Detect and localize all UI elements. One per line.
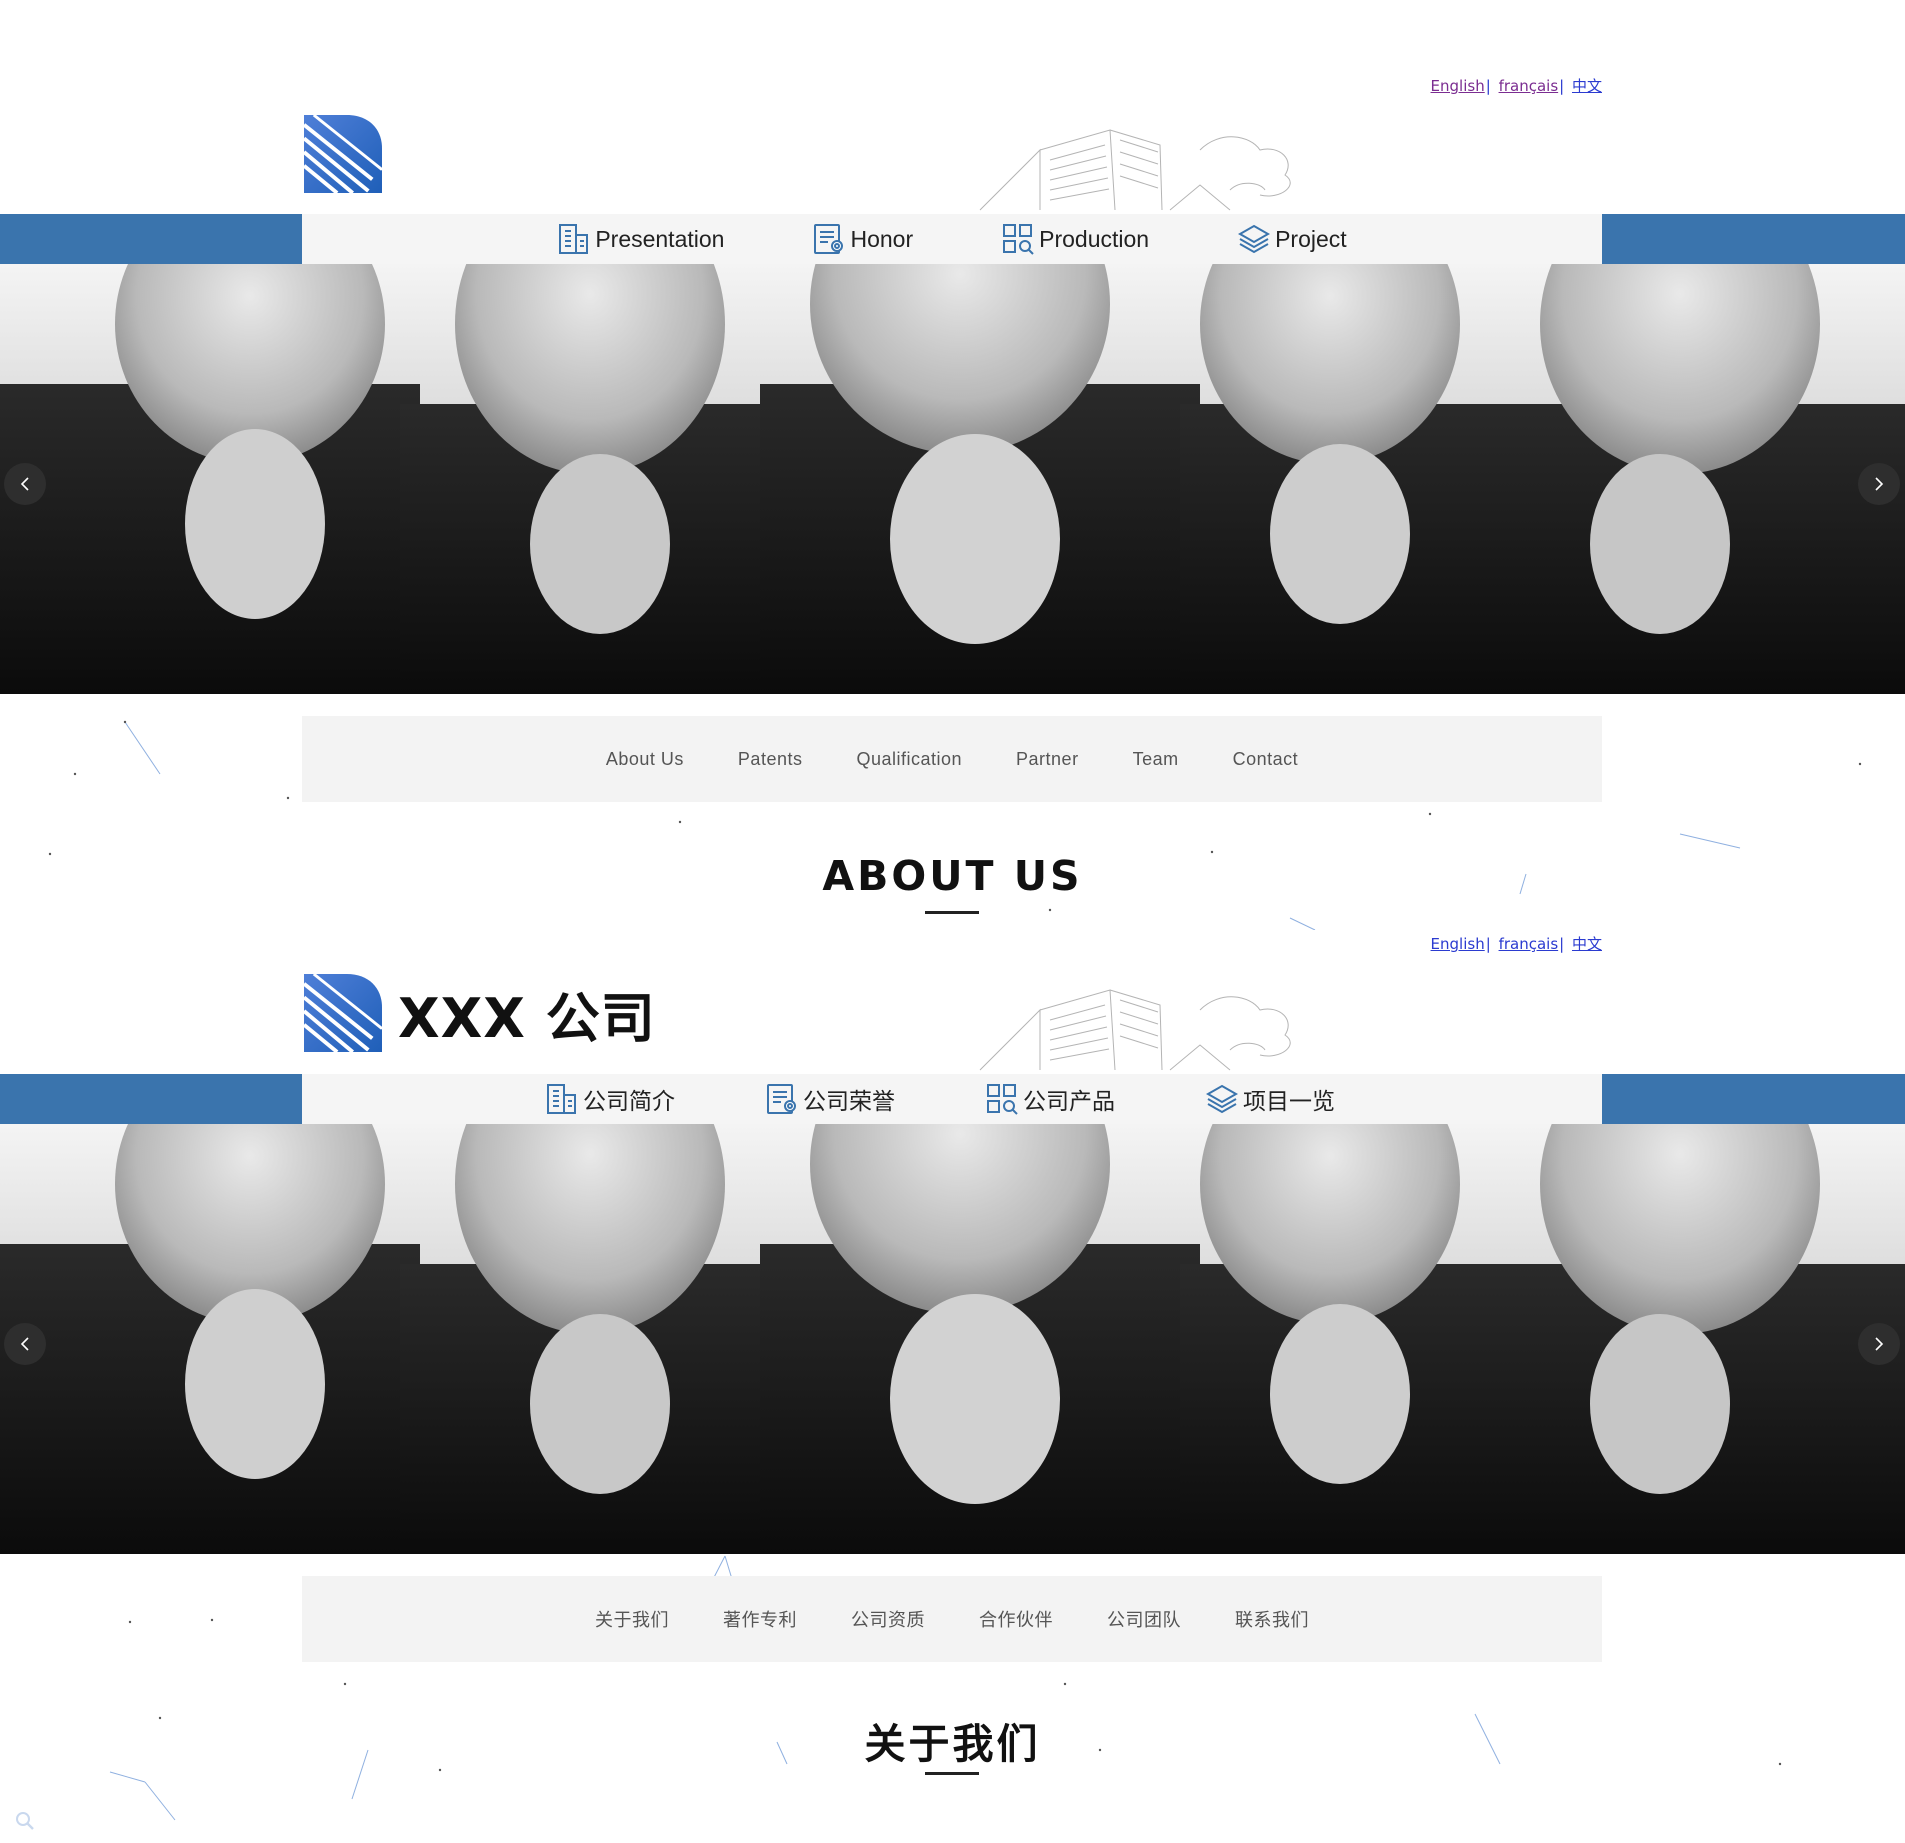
subnav-item-patents[interactable]: Patents <box>711 749 830 770</box>
heading-underline <box>925 1772 979 1775</box>
lang-separator: | <box>1559 77 1565 95</box>
search-icon[interactable] <box>14 1810 36 1832</box>
nav-item-label: Project <box>1275 225 1347 252</box>
nav-item-label: 公司简介 <box>583 1088 675 1114</box>
grid-search-icon <box>1001 222 1035 256</box>
nav-item-label: Honor <box>850 225 914 252</box>
nav-item-label: Production <box>1039 225 1150 252</box>
main-nav: 公司简介 公司荣誉 公司产品 项目一览 <box>302 1074 1602 1124</box>
nav-item-label: Presentation <box>595 225 725 252</box>
nav-item-company-intro[interactable]: 公司简介 <box>512 1074 732 1124</box>
main-nav: Presentation Honor Production Project <box>302 214 1602 264</box>
nav-item-production[interactable]: Production <box>957 214 1193 264</box>
lang-separator: | <box>1485 935 1491 953</box>
language-switcher: English| français| 中文 <box>1431 75 1602 96</box>
section-subnav: About Us Patents Qualification Partner T… <box>302 716 1602 802</box>
lang-francais-link[interactable]: français <box>1499 77 1559 95</box>
lang-english-link[interactable]: English <box>1431 935 1485 953</box>
chinese-page-section: English| français| 中文 XXX 公司 公司简介 公司荣誉 公… <box>0 930 1905 1843</box>
language-switcher: English| français| 中文 <box>1431 933 1602 954</box>
lang-separator: | <box>1559 935 1565 953</box>
heading-underline <box>925 911 979 914</box>
chevron-right-icon <box>1875 477 1884 491</box>
section-heading: ABOUT US <box>822 852 1083 900</box>
nav-item-project[interactable]: Project <box>1193 214 1391 264</box>
hero-banner-image <box>0 264 1905 694</box>
chevron-right-icon <box>1875 1337 1884 1351</box>
nav-item-label: 公司产品 <box>1023 1088 1115 1114</box>
nav-item-presentation[interactable]: Presentation <box>513 214 768 264</box>
chevron-left-icon <box>20 1337 29 1351</box>
nav-item-honor[interactable]: Honor <box>768 214 957 264</box>
company-logo[interactable] <box>304 974 382 1052</box>
layers-icon <box>1237 222 1271 256</box>
company-name: XXX 公司 <box>398 987 656 1050</box>
company-logo[interactable] <box>304 115 382 193</box>
subnav-item-contact[interactable]: 联系我们 <box>1208 1606 1336 1632</box>
certificate-icon <box>765 1082 799 1116</box>
nav-item-company-honor[interactable]: 公司荣誉 <box>732 1074 952 1124</box>
section-subnav: 关于我们 著作专利 公司资质 合作伙伴 公司团队 联系我们 <box>302 1576 1602 1662</box>
nav-item-company-products[interactable]: 公司产品 <box>952 1074 1172 1124</box>
subnav-item-patents[interactable]: 著作专利 <box>696 1606 824 1632</box>
subnav-item-about-us[interactable]: About Us <box>579 749 711 770</box>
grid-search-icon <box>985 1082 1019 1116</box>
section-heading: 关于我们 <box>864 1720 1041 1768</box>
lang-francais-link[interactable]: français <box>1499 935 1559 953</box>
nav-item-label: 公司荣誉 <box>803 1088 895 1114</box>
subnav-item-team[interactable]: 公司团队 <box>1080 1606 1208 1632</box>
certificate-icon <box>812 222 846 256</box>
layers-icon <box>1205 1082 1239 1116</box>
subnav-item-qualification[interactable]: 公司资质 <box>824 1606 952 1632</box>
subnav-item-partner[interactable]: 合作伙伴 <box>952 1606 1080 1632</box>
lang-chinese-link[interactable]: 中文 <box>1572 77 1602 95</box>
lang-separator: | <box>1485 77 1491 95</box>
lang-chinese-link[interactable]: 中文 <box>1572 935 1602 953</box>
nav-item-label: 项目一览 <box>1243 1088 1335 1114</box>
banner-prev-button[interactable] <box>4 463 46 505</box>
building-sketch-illustration <box>900 90 1360 215</box>
subnav-item-partner[interactable]: Partner <box>989 749 1106 770</box>
building-sketch-illustration <box>900 950 1360 1075</box>
chevron-left-icon <box>20 477 29 491</box>
lang-english-link[interactable]: English <box>1431 77 1485 95</box>
banner-next-button[interactable] <box>1858 1323 1900 1365</box>
subnav-item-qualification[interactable]: Qualification <box>829 749 989 770</box>
building-icon <box>545 1082 579 1116</box>
nav-item-project-list[interactable]: 项目一览 <box>1172 1074 1392 1124</box>
building-icon <box>557 222 591 256</box>
english-page-section: English| français| 中文 Presentation Honor… <box>0 0 1905 930</box>
subnav-item-team[interactable]: Team <box>1106 749 1206 770</box>
banner-prev-button[interactable] <box>4 1323 46 1365</box>
hero-banner-image <box>0 1124 1905 1554</box>
banner-next-button[interactable] <box>1858 463 1900 505</box>
subnav-item-contact[interactable]: Contact <box>1206 749 1326 770</box>
subnav-item-about-us[interactable]: 关于我们 <box>568 1606 696 1632</box>
